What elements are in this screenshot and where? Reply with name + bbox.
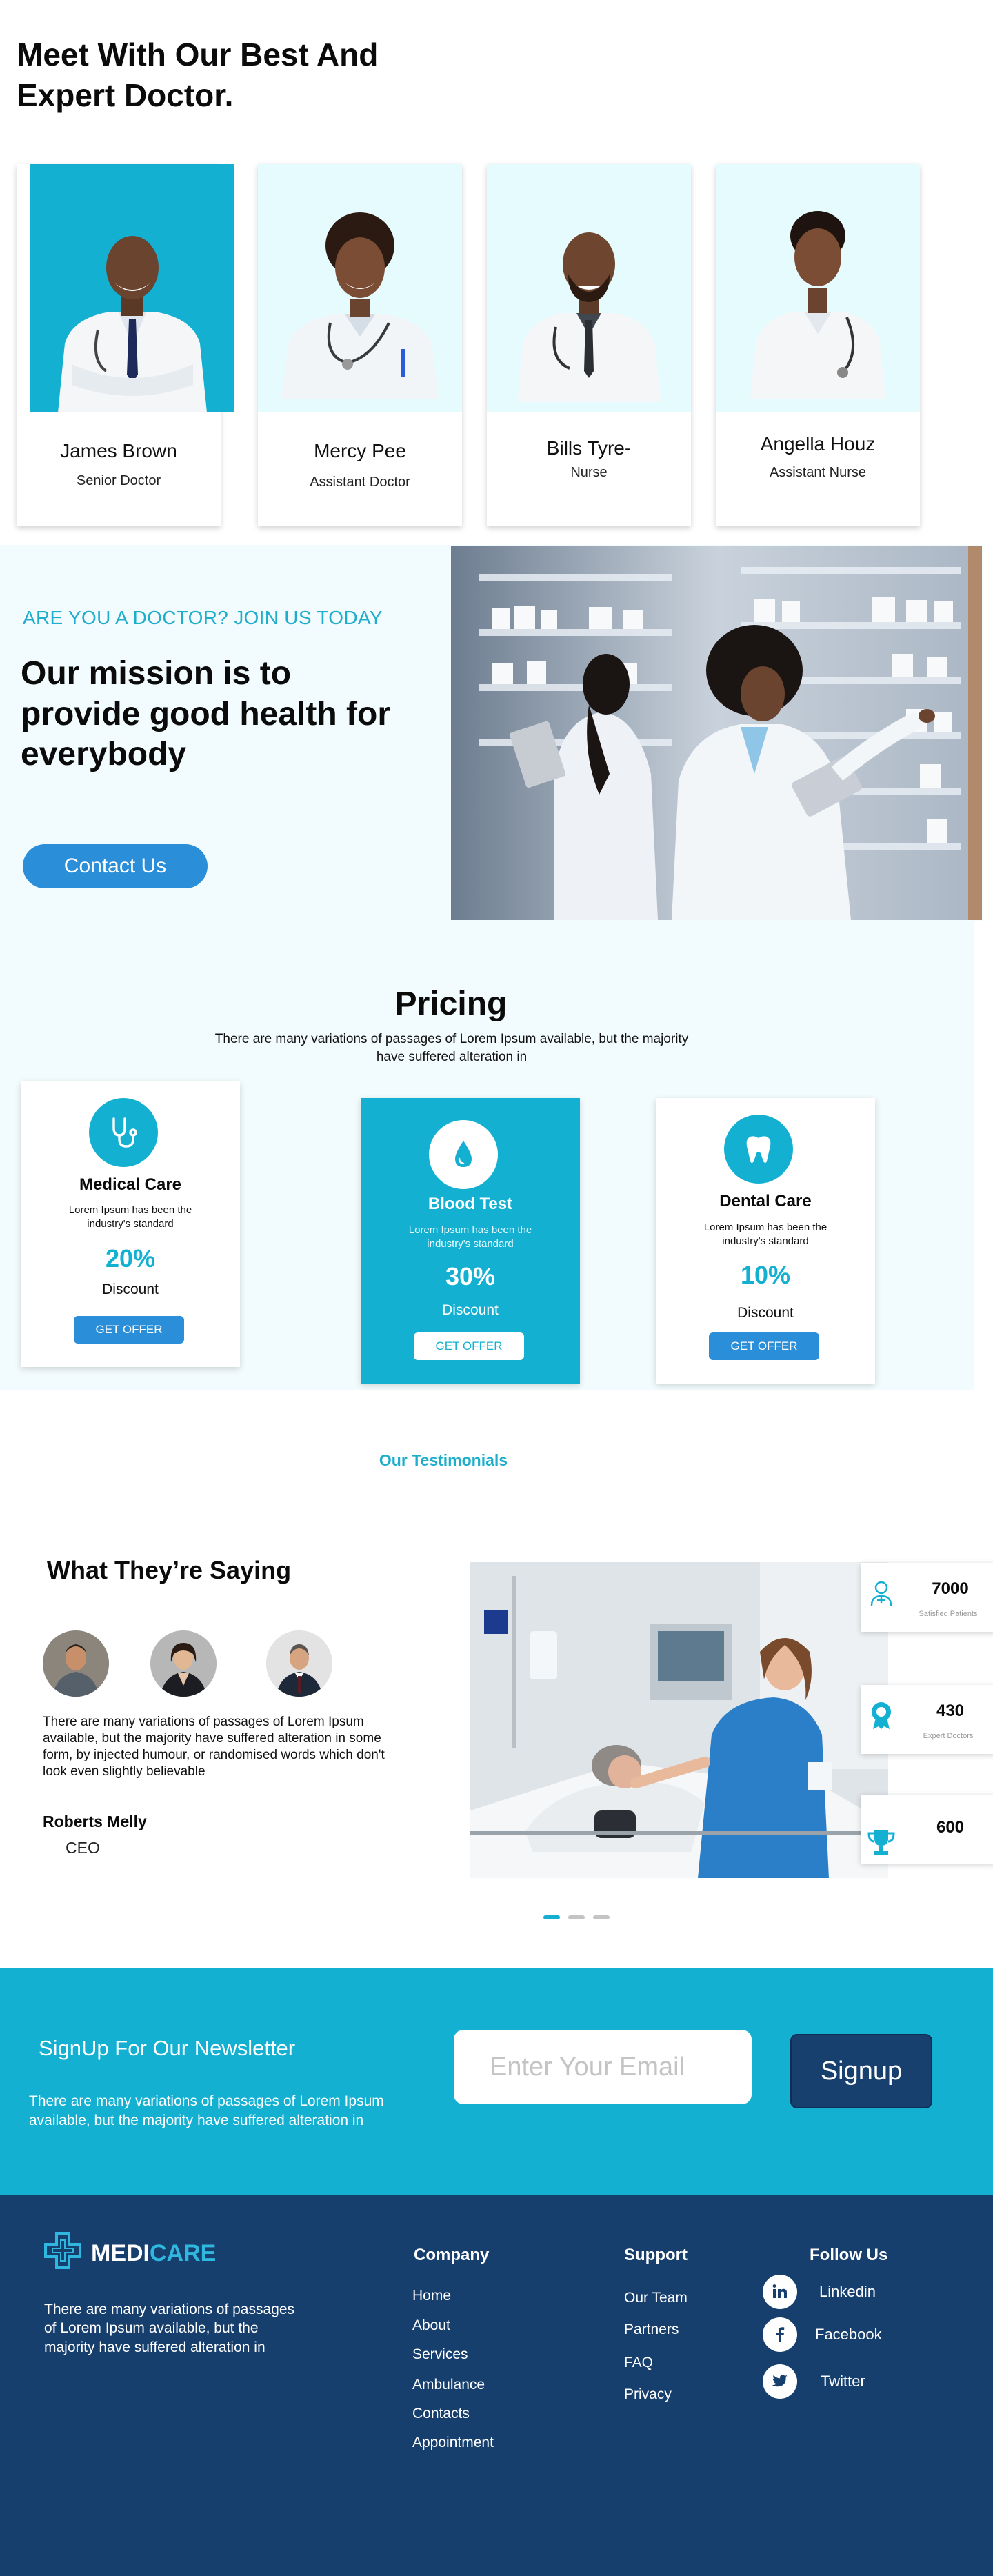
- plan-percent: 10%: [740, 1261, 791, 1289]
- trophy-icon: [866, 1828, 896, 1858]
- stat-card: 600: [861, 1795, 993, 1864]
- email-input[interactable]: [454, 2030, 752, 2104]
- plan-discount-label: Discount: [102, 1281, 159, 1297]
- pricing-title: Pricing: [394, 986, 508, 1022]
- plan-percent: 30%: [445, 1262, 496, 1290]
- doctor-photo: [716, 164, 920, 412]
- doctor-role: Nurse: [570, 465, 608, 480]
- contact-us-button[interactable]: Contact Us: [23, 844, 208, 888]
- footer-link-appointment[interactable]: Appointment: [412, 2435, 494, 2451]
- footer-link-privacy[interactable]: Privacy: [624, 2386, 672, 2403]
- avatar[interactable]: [43, 1630, 109, 1697]
- team-title: Meet With Our Best And Expert Doctor.: [17, 37, 379, 113]
- testimonial-author-role: CEO: [66, 1839, 100, 1857]
- doctor-role: Assistant Nurse: [769, 465, 867, 480]
- doctor-card[interactable]: Bills Tyre- Nurse: [487, 164, 691, 526]
- plan-title: Dental Care: [719, 1192, 812, 1210]
- logo-text-care: CARE: [150, 2240, 217, 2266]
- linkedin-icon[interactable]: [763, 2275, 797, 2309]
- newsletter-title: SignUp For Our Newsletter: [39, 2036, 296, 2060]
- footer-link-contacts[interactable]: Contacts: [412, 2406, 470, 2422]
- hospital-photo: [470, 1562, 888, 1878]
- plan-percent: 20%: [105, 1244, 156, 1272]
- footer-link-about[interactable]: About: [412, 2317, 450, 2334]
- doctor-card[interactable]: Mercy Pee Assistant Doctor: [258, 164, 462, 526]
- blood-drop-icon: [429, 1120, 498, 1189]
- plan-description: Lorem Ipsum has been the industry's stan…: [68, 1204, 192, 1230]
- testimonials-eyebrow: Our Testimonials: [379, 1451, 508, 1469]
- doctor-name: Angella Houz: [760, 433, 876, 455]
- patient-icon: [866, 1578, 896, 1608]
- doctor-photo: [487, 164, 691, 412]
- plan-title: Blood Test: [428, 1195, 513, 1213]
- stat-card: 7000 Satisfied Patients: [861, 1563, 993, 1632]
- plan-description: Lorem Ipsum has been the industry's stan…: [408, 1224, 532, 1250]
- footer-description: There are many variations of passages of…: [44, 2302, 295, 2355]
- testimonials-heading: What They’re Saying: [47, 1556, 292, 1584]
- stat-label: Expert Doctors: [923, 1732, 974, 1740]
- footer-link-home[interactable]: Home: [412, 2288, 451, 2304]
- plan-discount-label: Discount: [737, 1305, 794, 1321]
- carousel-dot[interactable]: [593, 1915, 610, 1919]
- get-offer-button[interactable]: GET OFFER: [414, 1332, 524, 1360]
- mission-heading: Our mission is to provide good health fo…: [21, 655, 390, 773]
- doctor-photo: [258, 164, 462, 412]
- footer-support-heading: Support: [624, 2246, 688, 2264]
- plan-title: Medical Care: [79, 1175, 182, 1194]
- pricing-card: Medical Care Lorem Ipsum has been the in…: [21, 1081, 240, 1367]
- social-link-linkedin[interactable]: Linkedin: [819, 2283, 876, 2301]
- avatar[interactable]: [266, 1630, 332, 1697]
- medical-cross-logo-icon[interactable]: [43, 2230, 83, 2270]
- award-badge-icon: [866, 1700, 896, 1730]
- doctor-card[interactable]: Angella Houz Assistant Nurse: [716, 164, 920, 526]
- stat-label: Satisfied Patients: [919, 1610, 978, 1618]
- doctor-card[interactable]: James Brown Senior Doctor: [17, 164, 234, 526]
- testimonial-quote: There are many variations of passages of…: [43, 1715, 385, 1779]
- footer-link-faq[interactable]: FAQ: [624, 2355, 653, 2371]
- doctor-role: Assistant Doctor: [310, 475, 410, 490]
- get-offer-button[interactable]: GET OFFER: [74, 1316, 184, 1344]
- stat-number: 430: [936, 1701, 965, 1720]
- footer-link-ambulance[interactable]: Ambulance: [412, 2377, 485, 2393]
- footer-link-our-team[interactable]: Our Team: [624, 2290, 688, 2306]
- twitter-icon[interactable]: [763, 2364, 797, 2399]
- testimonial-author: Roberts Melly: [43, 1813, 147, 1830]
- doctor-name: James Brown: [60, 440, 177, 461]
- stat-number: 7000: [932, 1579, 969, 1598]
- plan-description: Lorem Ipsum has been the industry's stan…: [703, 1221, 828, 1247]
- carousel-dot[interactable]: [568, 1915, 585, 1919]
- doctor-name: Mercy Pee: [314, 440, 406, 461]
- footer-link-services[interactable]: Services: [412, 2346, 468, 2363]
- social-link-facebook[interactable]: Facebook: [815, 2326, 882, 2344]
- social-link-twitter[interactable]: Twitter: [821, 2373, 865, 2390]
- newsletter-text: There are many variations of passages of…: [29, 2093, 384, 2128]
- signup-button[interactable]: Signup: [790, 2034, 932, 2108]
- get-offer-button[interactable]: GET OFFER: [709, 1332, 819, 1360]
- pharmacy-photo: [451, 546, 982, 920]
- logo-text-medi: MEDI: [91, 2240, 150, 2266]
- pricing-card-featured: Blood Test Lorem Ipsum has been the indu…: [361, 1098, 580, 1384]
- pricing-subtitle: There are many variations of passages of…: [214, 1032, 689, 1064]
- facebook-icon[interactable]: [763, 2317, 797, 2352]
- carousel-dot-active[interactable]: [543, 1915, 560, 1919]
- footer-company-heading: Company: [414, 2246, 490, 2264]
- logo-wordmark[interactable]: MEDICARE: [91, 2240, 216, 2267]
- doctor-name: Bills Tyre-: [546, 437, 632, 459]
- mission-eyebrow: ARE YOU A DOCTOR? JOIN US TODAY: [23, 607, 383, 628]
- doctor-role: Senior Doctor: [76, 473, 161, 488]
- stethoscope-icon: [89, 1098, 158, 1167]
- footer-link-partners[interactable]: Partners: [624, 2322, 679, 2338]
- doctor-photo: [30, 164, 234, 412]
- plan-discount-label: Discount: [442, 1302, 499, 1318]
- stat-number: 600: [936, 1818, 965, 1837]
- tooth-icon: [724, 1115, 793, 1184]
- avatar[interactable]: [150, 1630, 217, 1697]
- pricing-card: Dental Care Lorem Ipsum has been the ind…: [656, 1098, 875, 1384]
- stat-card: 430 Expert Doctors: [861, 1685, 993, 1754]
- footer-follow-heading: Follow Us: [810, 2246, 888, 2264]
